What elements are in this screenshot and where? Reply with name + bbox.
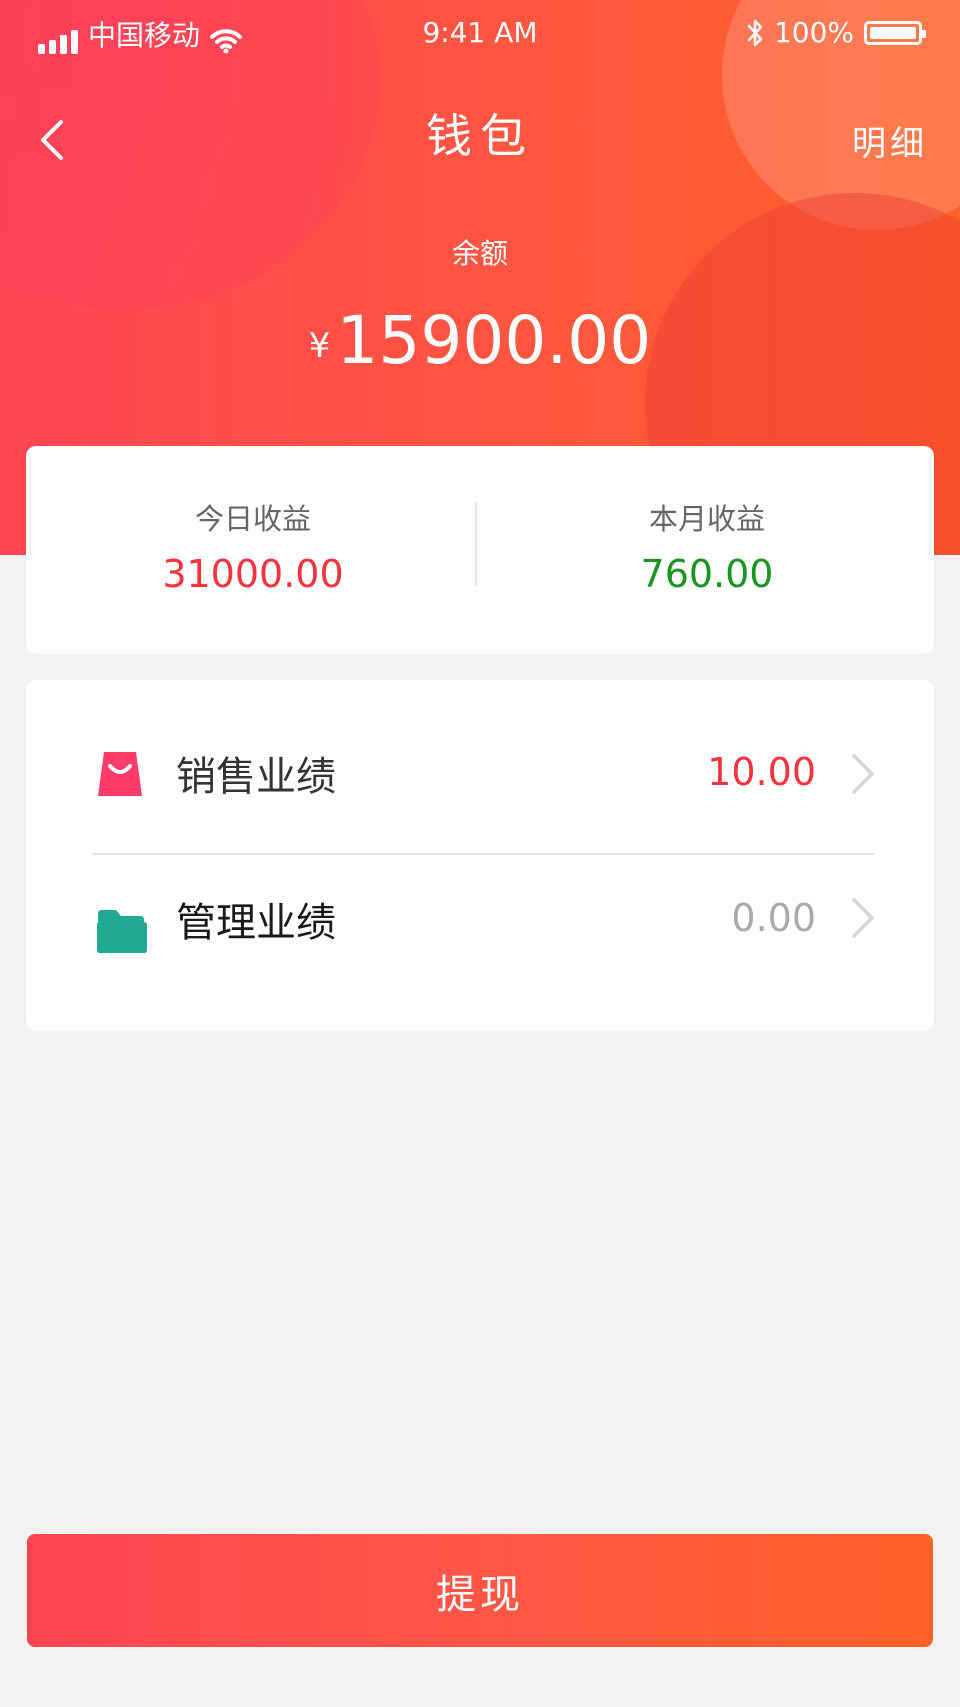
- sales-performance-label: 销售业绩: [176, 754, 336, 800]
- balance-label: 余额: [451, 237, 508, 270]
- folder-icon: [97, 910, 147, 953]
- management-performance-label: 管理业绩: [176, 900, 336, 946]
- income-divider: [475, 502, 477, 586]
- today-income-label: 今日收益: [194, 502, 311, 536]
- chevron-right-icon: [852, 754, 874, 794]
- currency-symbol: ¥: [308, 326, 331, 366]
- status-bar: 中国移动 9:41 AM 100%: [0, 0, 960, 70]
- month-income: 本月收益 760.00: [480, 446, 934, 654]
- balance-value: 15900.00: [336, 302, 652, 379]
- wallet-screen: 中国移动 9:41 AM 100% 钱包 明细 余额 ¥15900.00 今日收…: [0, 0, 960, 1707]
- today-income-value: 31000.00: [162, 552, 344, 596]
- balance-amount: ¥15900.00: [0, 302, 960, 379]
- battery-percentage: 100%: [773, 16, 854, 49]
- bluetooth-icon: [747, 19, 763, 46]
- management-performance-value: 0.00: [731, 896, 816, 940]
- chevron-right-icon: [852, 898, 874, 938]
- status-right: 100%: [746, 16, 926, 49]
- income-card: 今日收益 31000.00 本月收益 760.00: [26, 446, 934, 654]
- shopping-bag-icon: [98, 752, 142, 796]
- page-title: 钱包: [426, 109, 534, 163]
- sales-performance-value: 10.00: [707, 750, 816, 794]
- month-income-label: 本月收益: [648, 502, 765, 536]
- today-income: 今日收益 31000.00: [26, 446, 480, 654]
- battery-icon: [864, 20, 926, 45]
- sales-performance-row[interactable]: 销售业绩 10.00: [26, 680, 934, 840]
- month-income-value: 760.00: [640, 552, 774, 596]
- management-performance-row[interactable]: 管理业绩 0.00: [26, 840, 934, 1000]
- withdraw-button[interactable]: 提现: [27, 1534, 933, 1647]
- detail-link[interactable]: 明细: [852, 116, 928, 165]
- performance-card: 销售业绩 10.00 管理业绩 0.00: [26, 680, 934, 1031]
